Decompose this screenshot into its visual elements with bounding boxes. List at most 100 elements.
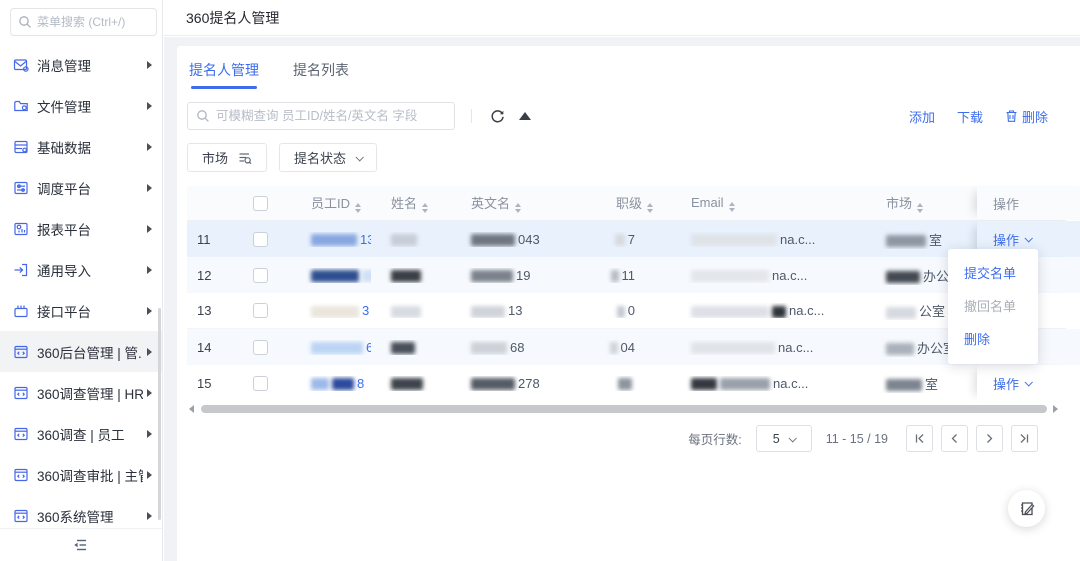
employee-id-link[interactable]: 3 bbox=[362, 303, 369, 318]
employee-id-cell[interactable]: 68 bbox=[283, 340, 371, 355]
submenu-arrow-icon bbox=[147, 307, 152, 315]
scroll-left-arrow[interactable] bbox=[189, 405, 194, 413]
refresh-button[interactable] bbox=[486, 105, 509, 128]
row-checkbox[interactable] bbox=[253, 376, 268, 391]
row-action-button[interactable]: 操作 bbox=[993, 374, 1031, 393]
submenu-arrow-icon bbox=[147, 61, 152, 69]
submenu-arrow-icon bbox=[147, 184, 152, 192]
sidebar-item-7[interactable]: 360后台管理 | 管... bbox=[0, 331, 162, 372]
main-content: 提名人管理 提名列表 添加 下载 删除 bbox=[164, 37, 1080, 561]
employee-id-link[interactable]: 13 bbox=[360, 232, 371, 247]
scrollbar-thumb[interactable] bbox=[201, 405, 1047, 413]
rows-per-page-select[interactable]: 5 bbox=[756, 425, 812, 452]
employee-id-cell[interactable]: 8 bbox=[283, 376, 371, 391]
sort-icon bbox=[515, 203, 521, 213]
redacted-text bbox=[691, 378, 717, 390]
row-index: 13 bbox=[187, 303, 237, 318]
window-code-icon bbox=[13, 385, 29, 401]
content-card: 提名人管理 提名列表 添加 下载 删除 bbox=[177, 46, 1080, 561]
redacted-text bbox=[617, 306, 625, 318]
sort-icon bbox=[422, 203, 428, 213]
row-index: 14 bbox=[187, 340, 237, 355]
redacted-text bbox=[691, 270, 769, 282]
name-cell bbox=[371, 376, 451, 391]
submenu-arrow-icon bbox=[147, 512, 152, 520]
sidebar-collapse-button[interactable] bbox=[0, 528, 162, 561]
tab-nominee-management[interactable]: 提名人管理 bbox=[189, 60, 259, 89]
redacted-text bbox=[886, 235, 926, 247]
topbar: 360提名人管理 bbox=[164, 0, 1080, 36]
redacted-text bbox=[471, 306, 505, 318]
sidebar-item-label: 报表平台 bbox=[37, 219, 143, 239]
add-button[interactable]: 添加 bbox=[909, 107, 935, 126]
redacted-text bbox=[471, 378, 515, 390]
col-header-name[interactable]: 姓名 bbox=[371, 193, 451, 213]
employee-id-link[interactable]: 8 bbox=[357, 376, 364, 391]
table-row-12: 1221911na.c...办公室操作 bbox=[187, 257, 1066, 293]
prev-page-button[interactable] bbox=[941, 425, 968, 452]
employee-id-cell[interactable]: 13 bbox=[283, 232, 371, 247]
sidebar-item-3[interactable]: 调度平台 bbox=[0, 167, 162, 208]
import-icon bbox=[13, 262, 29, 278]
last-page-button[interactable] bbox=[1011, 425, 1038, 452]
employee-id-cell[interactable]: 3 bbox=[283, 303, 371, 318]
tab-nomination-list[interactable]: 提名列表 bbox=[293, 60, 349, 89]
sidebar-item-1[interactable]: 文件管理 bbox=[0, 85, 162, 126]
filter-market[interactable]: 市场 bbox=[187, 143, 267, 172]
delete-button[interactable]: 删除 bbox=[1005, 107, 1048, 126]
sidebar-search-input[interactable] bbox=[10, 8, 157, 36]
level-cell bbox=[569, 376, 667, 391]
sidebar-item-8[interactable]: 360调查管理 | HR bbox=[0, 372, 162, 413]
email-cell: na.c... bbox=[667, 376, 857, 391]
row-checkbox[interactable] bbox=[253, 232, 268, 247]
row-checkbox[interactable] bbox=[253, 303, 268, 318]
redacted-text bbox=[311, 306, 359, 318]
feedback-edit-button[interactable] bbox=[1008, 490, 1045, 527]
download-button[interactable]: 下载 bbox=[957, 107, 983, 126]
english-name-cell: 68 bbox=[451, 340, 569, 355]
table-search-input[interactable] bbox=[187, 102, 455, 130]
employee-id-cell[interactable]: 2 bbox=[283, 268, 371, 283]
name-cell bbox=[371, 268, 451, 283]
col-header-employee-id[interactable]: 员工ID bbox=[283, 193, 371, 213]
sidebar-item-9[interactable]: 360调查 | 员工 bbox=[0, 413, 162, 454]
col-header-email[interactable]: Email bbox=[667, 195, 857, 212]
divider bbox=[471, 109, 472, 123]
collapse-panel-icon[interactable] bbox=[519, 112, 531, 120]
sidebar: 消息管理文件管理基础数据调度平台报表平台通用导入接口平台360后台管理 | 管.… bbox=[0, 0, 163, 561]
sidebar-item-4[interactable]: 报表平台 bbox=[0, 208, 162, 249]
english-name-cell: 278 bbox=[451, 376, 569, 391]
filter-nomination-status[interactable]: 提名状态 bbox=[279, 143, 377, 172]
scroll-right-arrow[interactable] bbox=[1053, 405, 1058, 413]
redacted-text bbox=[691, 306, 769, 318]
sidebar-item-6[interactable]: 接口平台 bbox=[0, 290, 162, 331]
action-menu-item-0[interactable]: 提交名单 bbox=[948, 256, 1038, 289]
row-checkbox[interactable] bbox=[253, 268, 268, 283]
row-checkbox[interactable] bbox=[253, 340, 268, 355]
nominee-table: 员工ID 姓名 英文名 职级 Email 市场 操作 11130437na.c.… bbox=[187, 186, 1066, 401]
sidebar-item-5[interactable]: 通用导入 bbox=[0, 249, 162, 290]
col-header-level[interactable]: 职级 bbox=[569, 193, 667, 213]
sidebar-scrollbar[interactable] bbox=[158, 308, 161, 520]
row-action-button[interactable]: 操作 bbox=[993, 230, 1031, 249]
tab-bar: 提名人管理 提名列表 bbox=[187, 60, 1066, 89]
row-index: 15 bbox=[187, 376, 237, 391]
window-code-icon bbox=[13, 467, 29, 483]
select-all-checkbox[interactable] bbox=[253, 196, 268, 211]
redacted-text bbox=[611, 270, 619, 282]
next-page-icon bbox=[983, 432, 996, 445]
next-page-button[interactable] bbox=[976, 425, 1003, 452]
sidebar-item-10[interactable]: 360调查审批 | 主管 bbox=[0, 454, 162, 495]
sidebar-item-label: 360调查 | 员工 bbox=[37, 424, 143, 444]
col-header-market[interactable]: 市场 bbox=[857, 193, 977, 213]
sidebar-item-label: 360系统管理 bbox=[37, 506, 143, 526]
first-page-button[interactable] bbox=[906, 425, 933, 452]
list-search-icon bbox=[238, 151, 252, 165]
redacted-text bbox=[391, 378, 423, 390]
action-menu-item-2[interactable]: 删除 bbox=[948, 322, 1038, 355]
sidebar-item-0[interactable]: 消息管理 bbox=[0, 44, 162, 85]
email-cell: na.c... bbox=[667, 232, 857, 247]
level-cell: 0 bbox=[569, 303, 667, 318]
col-header-english-name[interactable]: 英文名 bbox=[451, 193, 569, 213]
sidebar-item-2[interactable]: 基础数据 bbox=[0, 126, 162, 167]
